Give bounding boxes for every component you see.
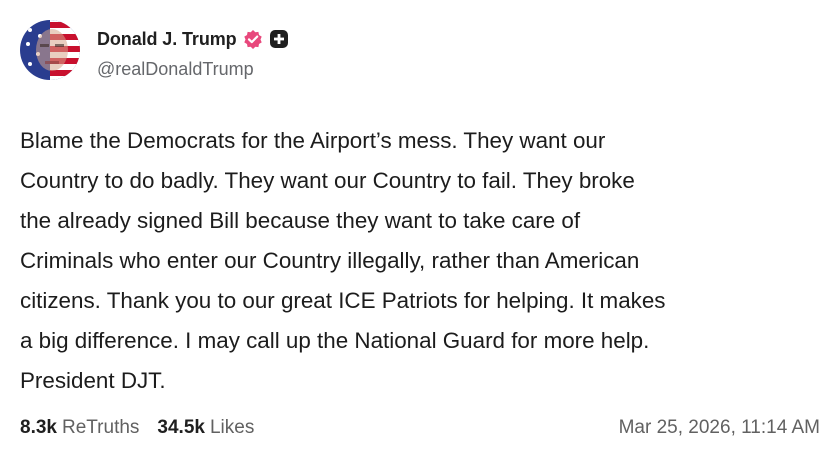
flag-portrait-avatar-icon	[20, 20, 80, 80]
retruths-label: ReTruths	[61, 417, 140, 438]
avatar[interactable]	[20, 20, 80, 80]
author-name-row: Donald J. Trump	[97, 26, 289, 52]
author-display-name[interactable]: Donald J. Trump	[97, 29, 237, 50]
likes-label: Likes	[209, 417, 255, 438]
author-handle[interactable]: @realDonaldTrump	[97, 59, 254, 80]
verified-badge-icon	[243, 30, 262, 49]
truth-post: Donald J. Trump @realDonaldTrump Blame t…	[0, 0, 840, 476]
plus-badge-icon	[269, 30, 288, 48]
likes-count: 34.5k	[157, 417, 205, 438]
retruths-stat[interactable]: 8.3k ReTruths	[20, 417, 139, 439]
post-text: Blame the Democrats for the Airport’s me…	[20, 128, 666, 393]
retruths-count: 8.3k	[20, 417, 57, 438]
post-timestamp[interactable]: Mar 25, 2026, 11:14 AM	[619, 417, 820, 439]
post-footer: 8.3k ReTruths 34.5k Likes Mar 25, 2026, …	[20, 414, 820, 442]
likes-stat[interactable]: 34.5k Likes	[157, 417, 254, 439]
